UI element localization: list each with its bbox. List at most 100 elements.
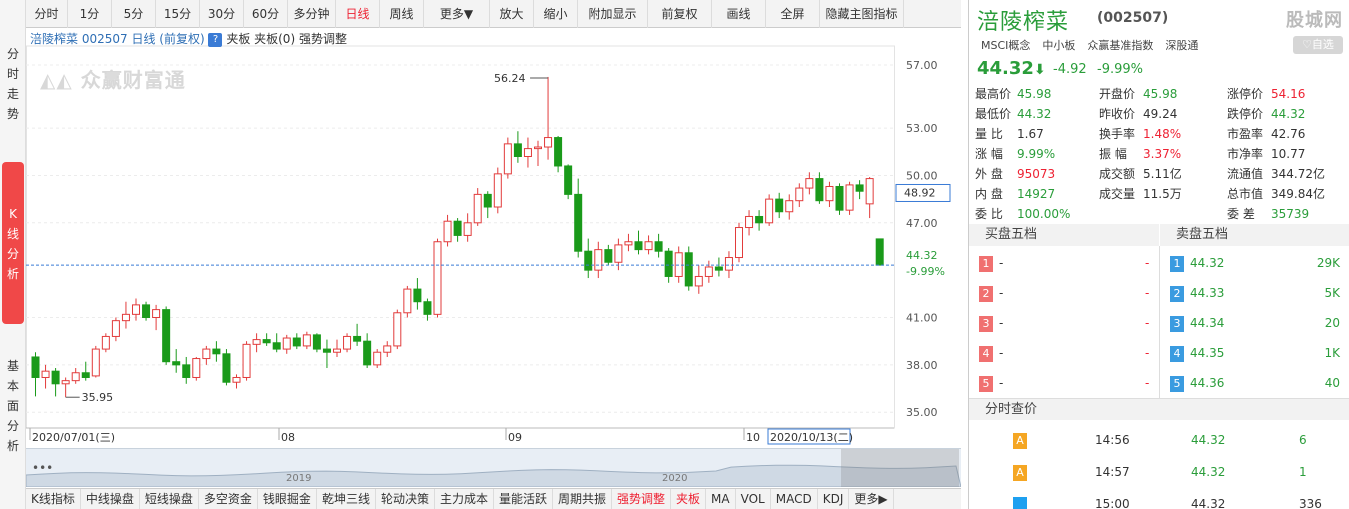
quote-label: 委 比 [975, 207, 1003, 221]
candle-body [835, 185, 844, 211]
navigator-handle-icon[interactable]: ••• [32, 461, 53, 475]
toolbar-4[interactable]: 30分 [200, 0, 244, 28]
site-logo: 股城网 [1286, 10, 1343, 31]
toolbar-5[interactable]: 60分 [244, 0, 288, 28]
indicator-tab-12[interactable]: MA [706, 489, 736, 509]
toolbar-16[interactable]: 隐藏主图指标 [820, 0, 904, 28]
candle-body [503, 143, 512, 175]
candle-body [192, 358, 201, 378]
candle-body [845, 184, 854, 211]
level-badge: 2 [979, 285, 993, 302]
indicator-tab-6[interactable]: 轮动决策 [376, 489, 435, 509]
left-vertical-tabs: 分时走势 K线分析 基本面分析 [0, 0, 26, 509]
toolbar-3[interactable]: 15分 [156, 0, 200, 28]
indicator-tab-5[interactable]: 乾坤三线 [317, 489, 376, 509]
toolbar-13[interactable]: 前复权 [648, 0, 712, 28]
candle [433, 238, 442, 318]
candle [353, 323, 362, 346]
tab-char: 本 [6, 379, 19, 393]
candle [584, 238, 593, 279]
tab-char: 析 [6, 267, 19, 281]
quote-label: 外 盘 [975, 167, 1003, 181]
candle [704, 260, 713, 283]
x-tick-text: 09 [508, 431, 522, 444]
candle-body [272, 342, 281, 350]
candle [483, 191, 492, 219]
level-number: 3 [1170, 308, 1184, 338]
toolbar-10[interactable]: 放大 [490, 0, 534, 28]
indicator-tab-15[interactable]: KDJ [818, 489, 850, 509]
navigator-area [25, 464, 962, 488]
navigator-window[interactable] [841, 449, 959, 487]
tab-char: 时 [6, 67, 19, 81]
indicator-tab-11[interactable]: 夹板 [671, 489, 707, 509]
indicator-tab-7[interactable]: 主力成本 [435, 489, 494, 509]
candle [745, 210, 754, 236]
toolbar-9[interactable]: 更多▼ [424, 0, 490, 28]
toolbar-1[interactable]: 1分 [68, 0, 112, 28]
level-badge: 3 [1170, 315, 1184, 332]
indicator-tab-1[interactable]: 中线操盘 [81, 489, 140, 509]
kline-chart-area[interactable]: 57.00 53.00 50.00 47.00 41.00 38.00 35.00 2020/… [26, 28, 961, 448]
indicator-tab-13[interactable]: VOL [736, 489, 771, 509]
toolbar-15[interactable]: 全屏 [766, 0, 820, 28]
candle [463, 213, 472, 242]
plot-frame [26, 45, 895, 429]
toolbar-14[interactable]: 画线 [712, 0, 766, 28]
timeshare-row: A 14:56 44.32 6 [969, 424, 1349, 456]
indicator-tab-8[interactable]: 量能活跃 [494, 489, 553, 509]
level-badge: 5 [979, 375, 993, 392]
candle [473, 188, 482, 226]
quote-value: 9.99% [1017, 147, 1056, 161]
indicator-tab-2[interactable]: 短线操盘 [140, 489, 199, 509]
candle-body [795, 187, 804, 202]
buy-volume: - [1145, 286, 1150, 300]
candle [413, 278, 422, 310]
add-favorite-button[interactable]: ♡自选 [1293, 36, 1343, 54]
buy-price: - [999, 256, 1004, 270]
candle [252, 333, 261, 353]
sell-book-header: 卖盘五档 [1160, 224, 1349, 246]
indicator-tab-16[interactable]: 更多▶ [849, 489, 894, 509]
toolbar-7[interactable]: 日线 [336, 0, 380, 28]
help-icon[interactable]: ? [208, 32, 223, 47]
candle-body [403, 288, 412, 314]
quote-row: 外 盘 95073 成交额 5.11亿 流通值 344.72亿 [969, 164, 1349, 184]
candle [554, 135, 563, 173]
stock-tag[interactable]: 深股通 [1165, 37, 1198, 53]
indicator-tab-0[interactable]: K线指标 [26, 489, 81, 509]
candle-body [242, 343, 251, 378]
stock-name: 涪陵榨菜 [977, 10, 1070, 35]
trade-price: 44.32 [1191, 465, 1226, 479]
toolbar-12[interactable]: 附加显示 [578, 0, 648, 28]
candle-body [202, 348, 211, 360]
indicator-tab-9[interactable]: 周期共振 [553, 489, 613, 509]
tab-timeshare[interactable]: 分时走势 [2, 44, 24, 124]
indicator-tab-3[interactable]: 多空资金 [199, 489, 258, 509]
toolbar-6[interactable]: 多分钟 [288, 0, 336, 28]
quote-label: 开盘价 [1099, 87, 1136, 101]
toolbar-8[interactable]: 周线 [380, 0, 424, 28]
stock-tag[interactable]: MSCI概念 [981, 37, 1030, 53]
navigator-strip[interactable]: ••• 2019 2020 [25, 448, 962, 488]
tab-char: 析 [6, 439, 19, 453]
toolbar-0[interactable]: 分时 [26, 0, 68, 28]
level-badge: 5 [1170, 375, 1184, 392]
navigator-chart[interactable] [25, 449, 962, 488]
tab-kline[interactable]: K线分析 [2, 162, 24, 324]
toolbar-2[interactable]: 5分 [112, 0, 156, 28]
tab-fundamental[interactable]: 基本面分析 [2, 356, 24, 456]
indicator-tab-4[interactable]: 钱眼掘金 [258, 489, 317, 509]
candle-body [664, 250, 673, 277]
quote-row: 委 比 100.00% 委 差 35739 [969, 204, 1349, 224]
indicator-tab-10[interactable]: 强势调整 [612, 489, 672, 509]
indicator-tab-14[interactable]: MACD [771, 489, 818, 509]
candle [302, 331, 311, 350]
quote-value: 44.32 [1017, 107, 1052, 121]
candle [765, 194, 774, 226]
cursor-price-text: 48.92 [904, 186, 936, 199]
stock-tag[interactable]: 众赢基准指数 [1087, 37, 1153, 53]
stock-tag[interactable]: 中小板 [1042, 37, 1075, 53]
toolbar-11[interactable]: 缩小 [534, 0, 578, 28]
candle-body [714, 266, 723, 271]
